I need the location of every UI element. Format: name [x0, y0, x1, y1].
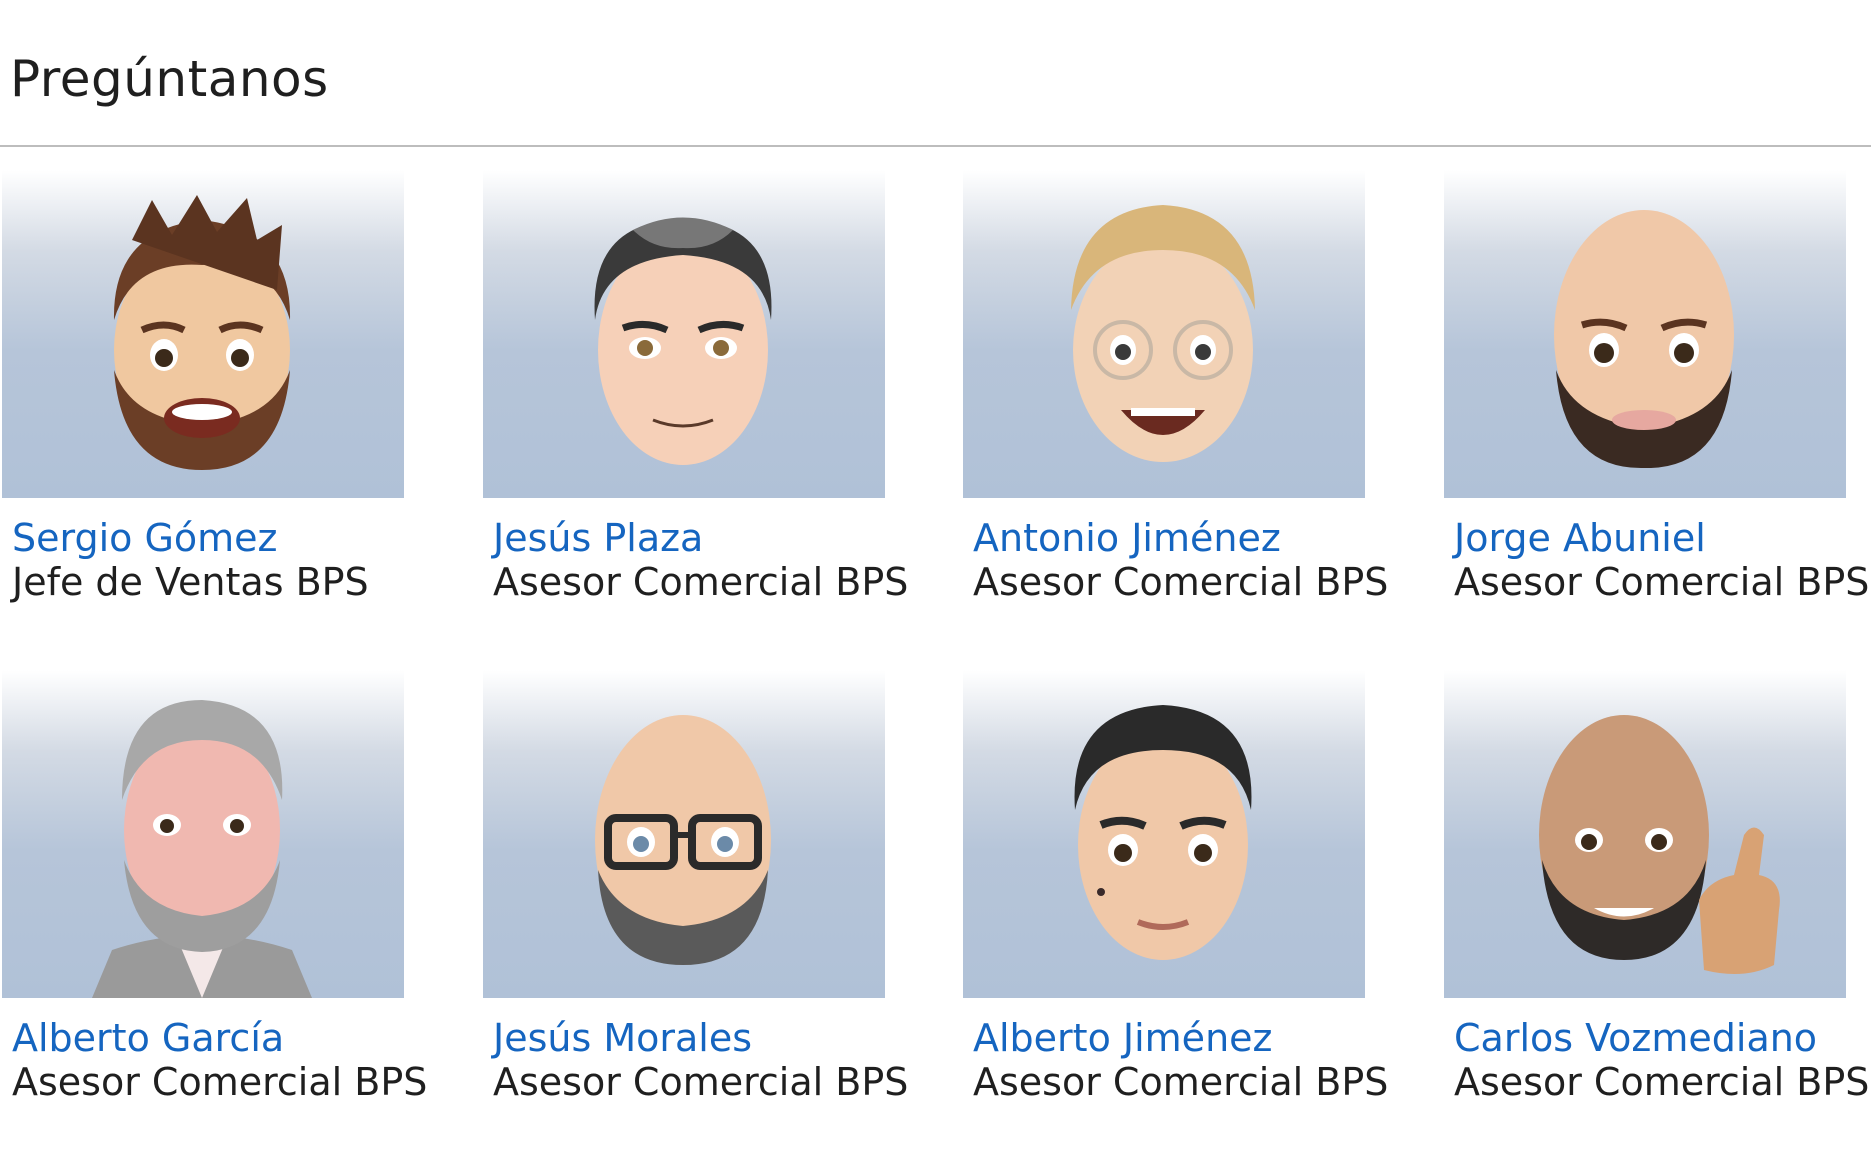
advisor-role: Jefe de Ventas BPS [12, 560, 369, 604]
avatar-photo [1444, 670, 1846, 998]
avatar-photo [483, 170, 885, 498]
avatar-photo [963, 670, 1365, 998]
man-dark-hair-avatar-icon [594, 217, 772, 465]
advisor-role: Asesor Comercial BPS [973, 560, 1389, 604]
bald-man-glasses-avatar-icon [595, 715, 771, 965]
advisor-card: Jorge Abuniel Asesor Comercial BPS [1444, 170, 1870, 604]
advisor-name[interactable]: Sergio Gómez [12, 516, 404, 560]
advisor-name[interactable]: Alberto Jiménez [973, 1016, 1365, 1060]
section-divider [0, 145, 1871, 147]
advisor-name[interactable]: Carlos Vozmediano [1454, 1016, 1846, 1060]
advisor-card: Carlos Vozmediano Asesor Comercial BPS [1444, 670, 1870, 1104]
advisor-card: Alberto García Asesor Comercial BPS [2, 670, 428, 1104]
avatar-photo [963, 170, 1365, 498]
advisor-role: Asesor Comercial BPS [973, 1060, 1389, 1104]
young-man-black-hair-avatar-icon [1074, 705, 1252, 960]
advisor-role: Asesor Comercial BPS [493, 560, 909, 604]
advisor-name[interactable]: Alberto García [12, 1016, 404, 1060]
advisor-role: Asesor Comercial BPS [12, 1060, 428, 1104]
advisor-card: Antonio Jiménez Asesor Comercial BPS [963, 170, 1389, 604]
advisor-role: Asesor Comercial BPS [1454, 1060, 1870, 1104]
advisor-role: Asesor Comercial BPS [1454, 560, 1870, 604]
bald-bearded-man-avatar-icon [1554, 210, 1734, 469]
avatar-photo [2, 170, 404, 498]
avatar-photo [1444, 170, 1846, 498]
advisor-card: Alberto Jiménez Asesor Comercial BPS [963, 670, 1389, 1104]
grey-hair-bearded-man-avatar-icon [92, 700, 312, 998]
advisor-name[interactable]: Jesús Morales [493, 1016, 885, 1060]
page-title: Pregúntanos [10, 50, 329, 108]
advisor-card: Sergio Gómez Jefe de Ventas BPS [2, 170, 404, 604]
avatar-photo [483, 670, 885, 998]
advisor-role: Asesor Comercial BPS [493, 1060, 909, 1104]
advisor-card: Jesús Morales Asesor Comercial BPS [483, 670, 909, 1104]
advisor-card: Jesús Plaza Asesor Comercial BPS [483, 170, 909, 604]
blond-man-glasses-avatar-icon [1071, 205, 1255, 462]
bald-bearded-man-thumbs-up-avatar-icon [1539, 715, 1780, 974]
advisor-name[interactable]: Antonio Jiménez [973, 516, 1365, 560]
bearded-man-brown-hair-avatar-icon [113, 195, 291, 470]
advisor-name[interactable]: Jorge Abuniel [1454, 516, 1846, 560]
advisor-name[interactable]: Jesús Plaza [493, 516, 885, 560]
avatar-photo [2, 670, 404, 998]
